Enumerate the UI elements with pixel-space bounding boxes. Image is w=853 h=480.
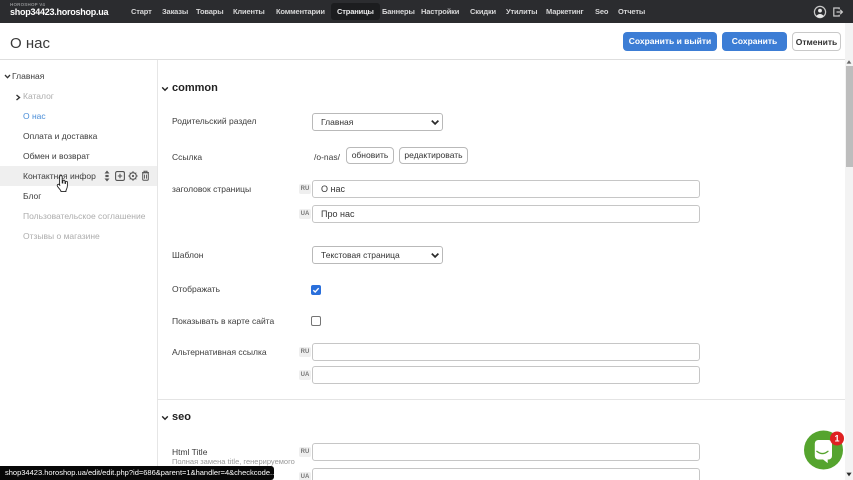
svg-text:1: 1 [834,434,839,444]
